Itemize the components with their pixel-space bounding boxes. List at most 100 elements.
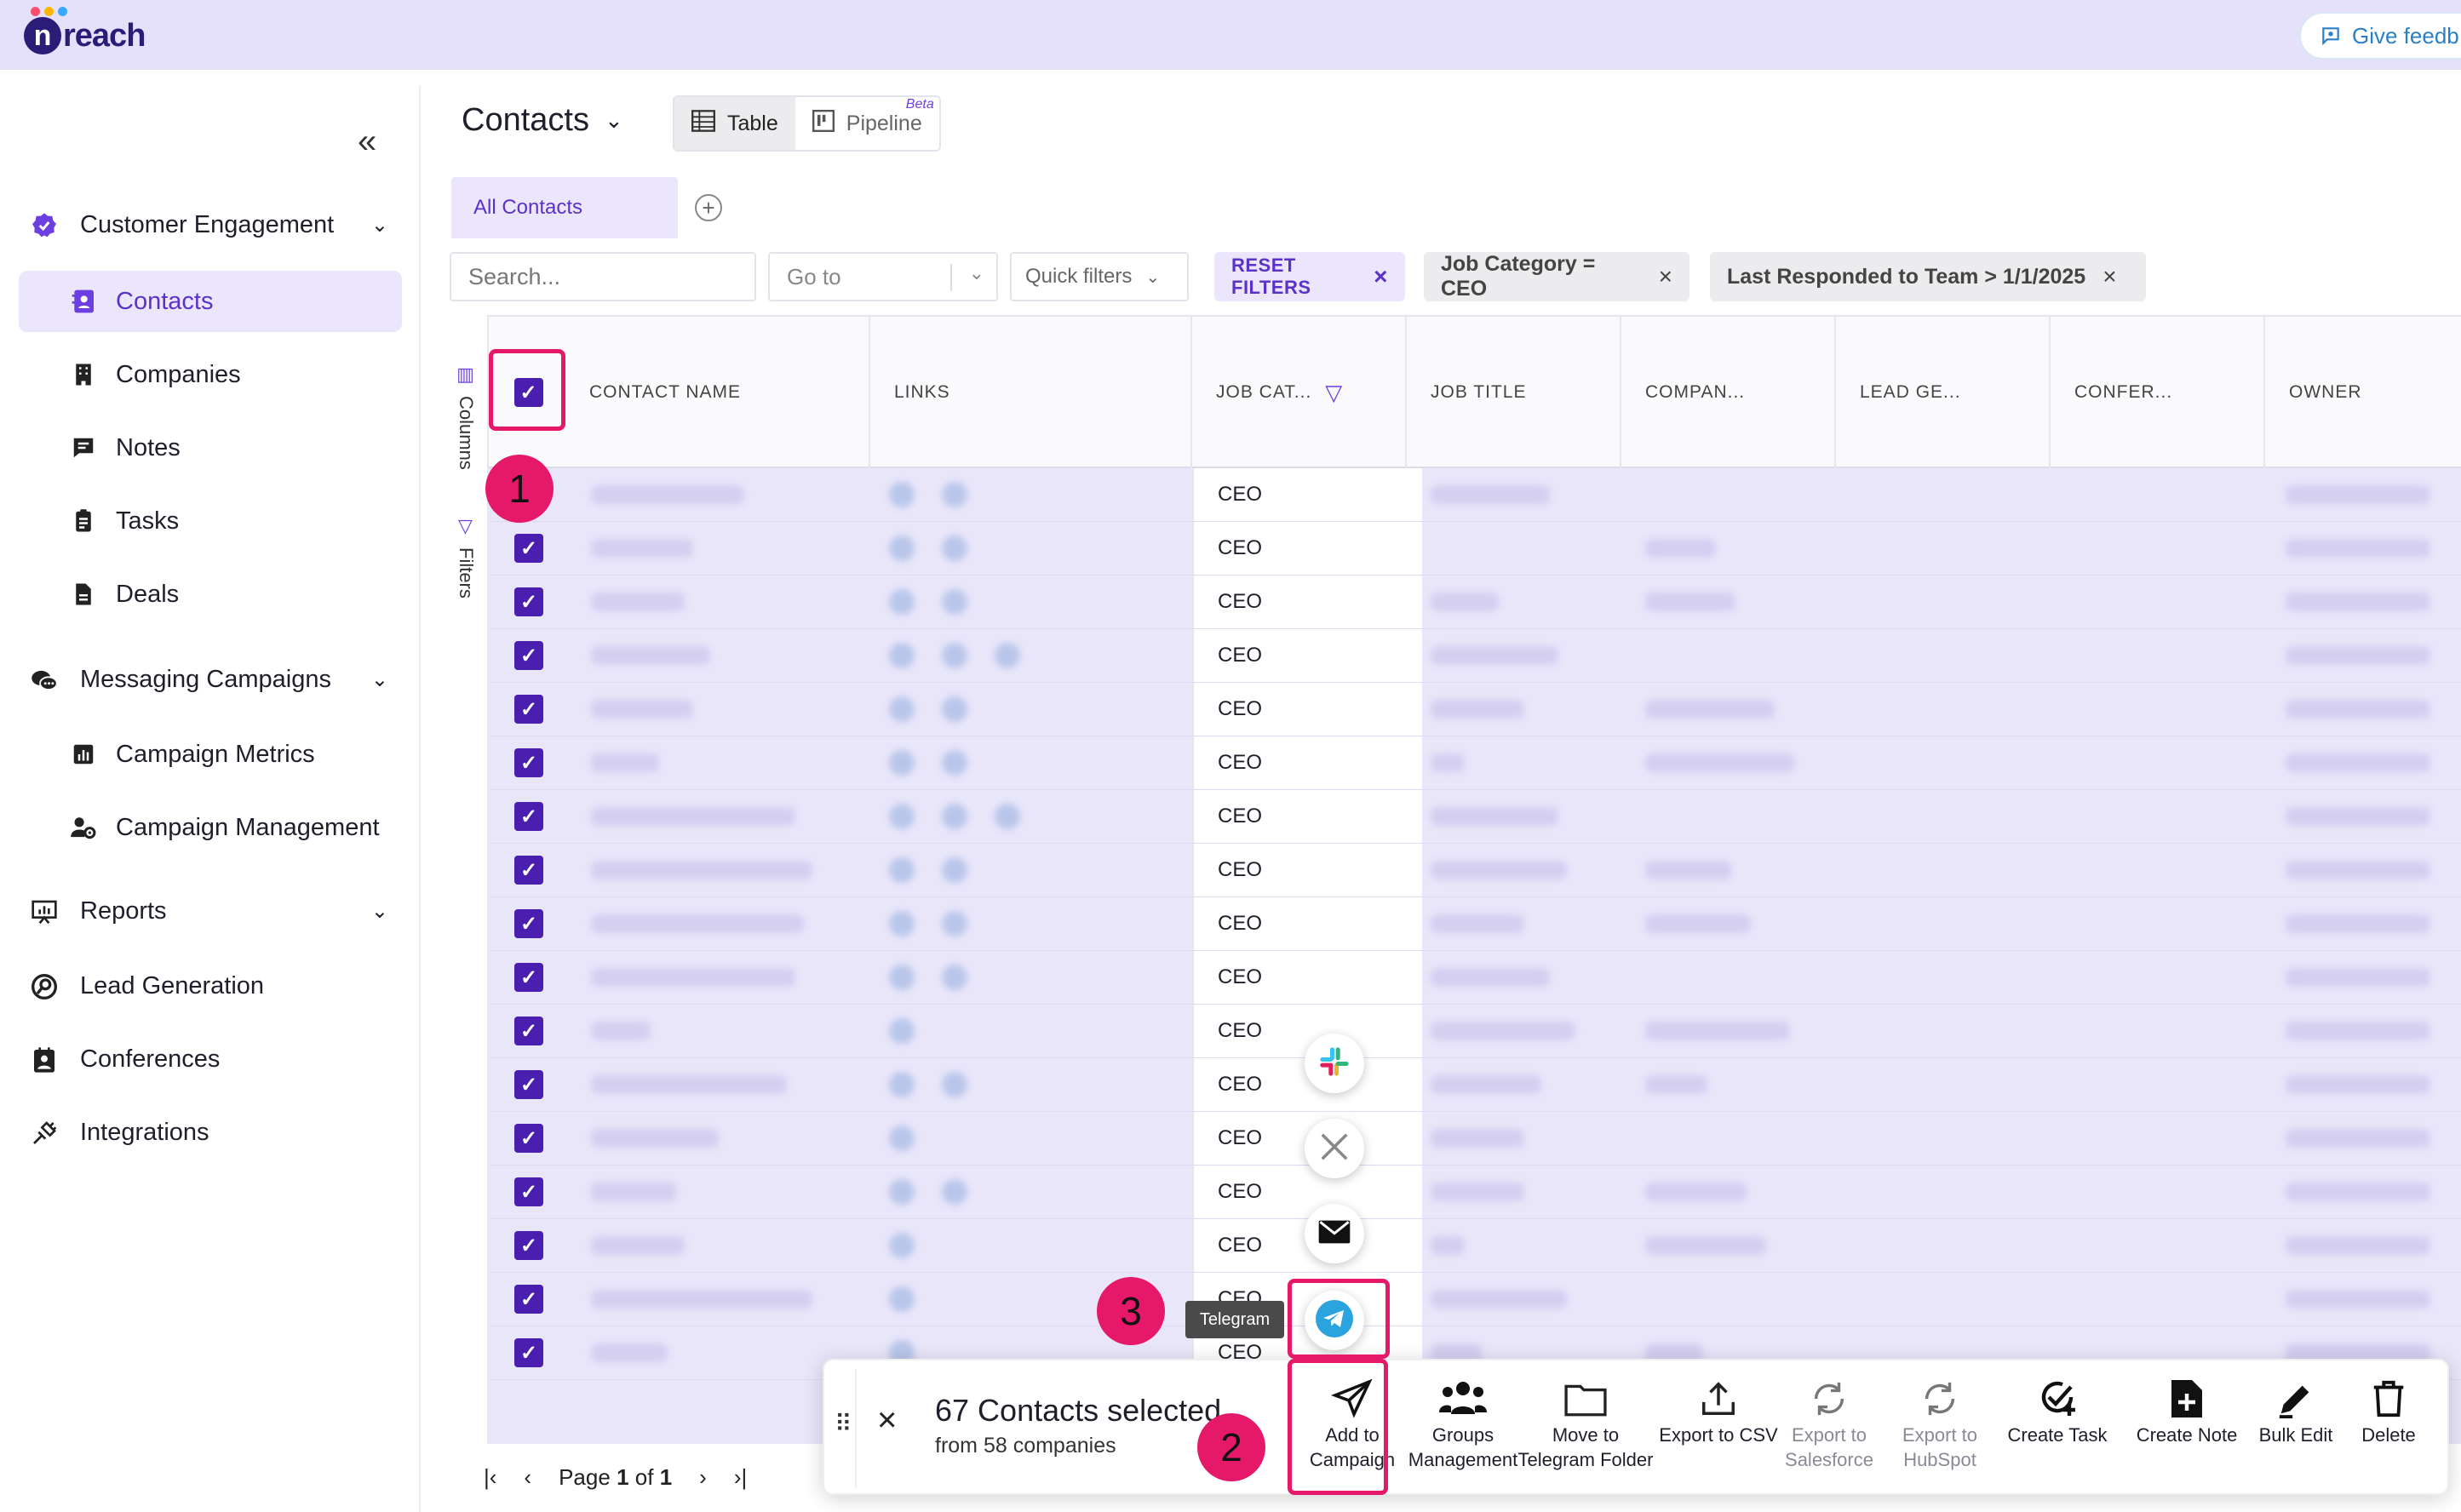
groups-management-button[interactable]: Groups Management [1403,1374,1523,1488]
close-icon[interactable]: × [2102,263,2116,290]
table-row[interactable]: ✓ CEO [489,844,2461,897]
goto-select[interactable]: Go to ⌄ [768,252,998,301]
create-task-button[interactable]: Create Task [1998,1374,2117,1488]
contact-name-redacted[interactable] [591,807,795,826]
contact-name-redacted[interactable] [591,968,795,987]
link-icon-redacted[interactable] [889,696,915,722]
link-icon-redacted[interactable] [889,1072,915,1097]
link-icon-redacted[interactable] [889,536,915,561]
link-icon-redacted[interactable] [942,1179,967,1205]
email-channel-button[interactable] [1305,1204,1364,1263]
sidebar-group-customer-engagement[interactable]: Customer Engagement ⌄ [31,211,388,239]
link-icon-redacted[interactable] [942,696,967,722]
last-page-icon[interactable]: ›| [734,1464,747,1491]
first-page-icon[interactable]: |‹ [484,1464,496,1491]
contact-name-redacted[interactable] [591,700,693,719]
table-row[interactable]: ✓ CEO [489,1219,2461,1273]
sidebar-group-messaging-campaigns[interactable]: Messaging Campaigns ⌄ [31,666,388,694]
filter-chip-job-category[interactable]: Job Category = CEO × [1424,252,1689,301]
filter-chip-last-responded[interactable]: Last Responded to Team > 1/1/2025 × [1710,252,2146,301]
contact-name-redacted[interactable] [591,1290,812,1309]
column-header-links[interactable]: LINKS [870,317,1192,468]
company-redacted[interactable] [1645,539,1716,558]
link-icon-redacted[interactable] [889,750,915,776]
column-header-owner[interactable]: OWNER [2265,317,2461,468]
row-checkbox[interactable]: ✓ [514,587,543,616]
company-redacted[interactable] [1645,593,1735,611]
link-icon-redacted[interactable] [889,482,915,507]
row-checkbox[interactable]: ✓ [514,909,543,938]
row-checkbox[interactable]: ✓ [514,534,543,563]
sidebar-item-notes[interactable]: Notes [19,417,402,478]
link-icon-redacted[interactable] [942,911,967,936]
row-checkbox[interactable]: ✓ [514,1285,543,1314]
export-csv-button[interactable]: Export to CSV [1659,1374,1778,1488]
link-icon-redacted[interactable] [942,536,967,561]
contact-name-redacted[interactable] [591,861,812,879]
table-row[interactable]: ✓ CEO [489,736,2461,790]
quick-filters-dropdown[interactable]: Quick filters ⌄ [1010,252,1189,301]
column-header-contact-name[interactable]: CONTACT NAME [565,317,870,468]
link-icon-redacted[interactable] [889,589,915,615]
contact-name-redacted[interactable] [591,914,804,933]
clear-selection-icon[interactable]: × [877,1401,897,1440]
reset-filters-button[interactable]: RESET FILTERS × [1214,252,1405,301]
row-checkbox[interactable]: ✓ [514,802,543,831]
company-redacted[interactable] [1645,1183,1747,1201]
bulk-edit-button[interactable]: Bulk Edit [2245,1374,2347,1488]
company-redacted[interactable] [1645,1022,1790,1040]
company-redacted[interactable] [1645,861,1731,879]
delete-button[interactable]: Delete [2342,1374,2435,1488]
table-row[interactable]: ✓ CEO [489,897,2461,951]
create-note-button[interactable]: Create Note [2127,1374,2246,1488]
contact-name-redacted[interactable] [591,485,744,504]
sidebar-group-lead-generation[interactable]: Lead Generation [31,972,388,1000]
contact-name-redacted[interactable] [591,1075,787,1094]
page-title-dropdown[interactable]: Contacts ⌄ [462,102,623,139]
row-checkbox[interactable]: ✓ [514,1231,543,1260]
view-table-button[interactable]: Table [674,97,795,150]
contact-name-redacted[interactable] [591,1183,676,1201]
table-row[interactable]: ✓ CEO [489,1005,2461,1058]
table-row[interactable]: ✓ CEO [489,576,2461,629]
row-checkbox[interactable]: ✓ [514,1177,543,1206]
collapse-sidebar-icon[interactable]: « [358,124,376,158]
link-icon-redacted[interactable] [889,911,915,936]
contact-name-redacted[interactable] [591,1236,685,1255]
row-checkbox[interactable]: ✓ [514,1070,543,1099]
link-icon-redacted[interactable] [889,1233,915,1258]
tab-all-contacts[interactable]: All Contacts [451,177,678,238]
link-icon-redacted[interactable] [889,1125,915,1151]
link-icon-redacted[interactable] [889,965,915,990]
table-row[interactable]: ✓ CEO [489,1166,2461,1219]
table-row[interactable]: ✓ CEO [489,683,2461,736]
close-icon[interactable]: × [1374,263,1388,290]
link-icon-redacted[interactable] [889,1179,915,1205]
sidebar-item-campaign-metrics[interactable]: Campaign Metrics [19,724,402,785]
row-checkbox[interactable]: ✓ [514,1124,543,1153]
row-checkbox[interactable]: ✓ [514,695,543,724]
company-redacted[interactable] [1645,1236,1766,1255]
company-redacted[interactable] [1645,753,1794,772]
row-checkbox[interactable]: ✓ [514,641,543,670]
app-logo[interactable]: n reach [24,7,146,60]
row-checkbox[interactable]: ✓ [514,1338,543,1367]
row-checkbox[interactable]: ✓ [514,1017,543,1045]
link-icon-redacted[interactable] [889,804,915,829]
table-row[interactable]: ✓ CEO [489,1058,2461,1112]
column-header-company[interactable]: COMPAN... [1621,317,1836,468]
contact-name-redacted[interactable] [591,753,659,772]
contact-name-redacted[interactable] [591,1129,719,1148]
drag-handle-icon[interactable]: ⠿ [835,1410,852,1438]
view-pipeline-button[interactable]: Pipeline Beta [795,97,939,150]
sidebar-item-campaign-management[interactable]: Campaign Management [19,797,402,858]
row-checkbox[interactable]: ✓ [514,748,543,777]
sidebar-group-reports[interactable]: Reports ⌄ [31,897,388,925]
link-icon-redacted[interactable] [942,750,967,776]
x-channel-button[interactable] [1305,1119,1364,1178]
company-redacted[interactable] [1645,700,1775,719]
link-icon-redacted[interactable] [942,804,967,829]
export-hubspot-button[interactable]: Export to HubSpot [1880,1374,1999,1488]
contact-name-redacted[interactable] [591,646,710,665]
link-icon-redacted[interactable] [942,857,967,883]
